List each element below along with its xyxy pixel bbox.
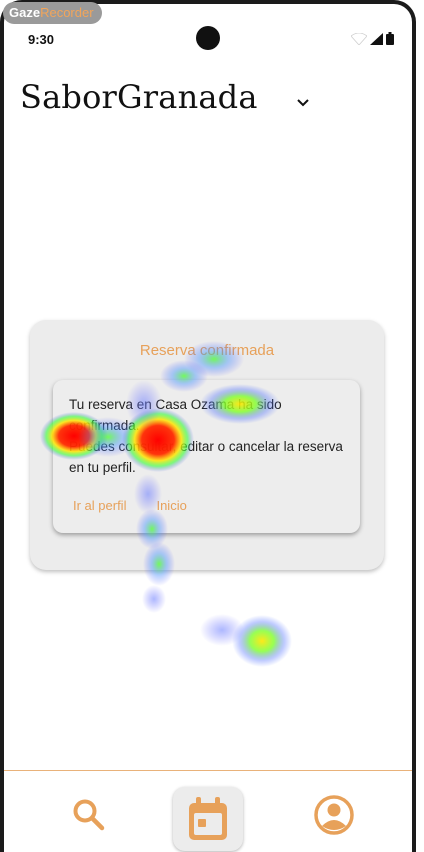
status-icons [351, 32, 394, 45]
nav-profile[interactable] [310, 791, 358, 839]
chevron-down-icon[interactable] [296, 98, 310, 108]
gaze-spot [200, 614, 244, 646]
app-header: SaborGranada [4, 74, 412, 134]
confirmation-dialog: Reserva confirmada Tu reserva en Casa Oz… [30, 320, 384, 570]
app-title: SaborGranada [20, 78, 258, 116]
dialog-message-line-2: Puedes consultar, editar o cancelar la r… [69, 439, 343, 475]
status-bar: 9:30 [4, 24, 412, 52]
gaze-spot [142, 585, 166, 613]
camera-cutout [196, 26, 220, 50]
bottom-navigation [4, 770, 412, 852]
go-to-profile-button[interactable]: Ir al perfil [73, 498, 126, 513]
search-icon[interactable] [71, 797, 107, 833]
home-button[interactable]: Inicio [156, 498, 186, 513]
recorder-brand: Gaze [9, 5, 41, 20]
phone-frame: 9:30 SaborGranada Reserva confirmada Tu … [0, 0, 416, 852]
recorder-label: Recorder [40, 5, 94, 20]
nav-search[interactable] [65, 791, 113, 839]
signal-icon [370, 32, 383, 45]
dialog-message-line-1: Tu reserva en Casa Ozama ha sido confirm… [69, 397, 282, 433]
gaze-recorder-badge: GazeRecorder [3, 2, 102, 24]
nav-reservations[interactable] [173, 787, 243, 851]
profile-icon[interactable] [313, 794, 355, 836]
status-time: 9:30 [28, 32, 55, 47]
dialog-message: Tu reserva en Casa Ozama ha sido confirm… [69, 394, 349, 478]
wifi-icon [351, 32, 367, 45]
dialog-actions: Ir al perfil Inicio [73, 498, 187, 513]
dialog-message-card: Tu reserva en Casa Ozama ha sido confirm… [53, 380, 360, 533]
dialog-title: Reserva confirmada [139, 342, 275, 359]
calendar-icon[interactable] [185, 795, 231, 843]
gaze-spot [232, 615, 292, 667]
battery-icon [386, 32, 394, 45]
